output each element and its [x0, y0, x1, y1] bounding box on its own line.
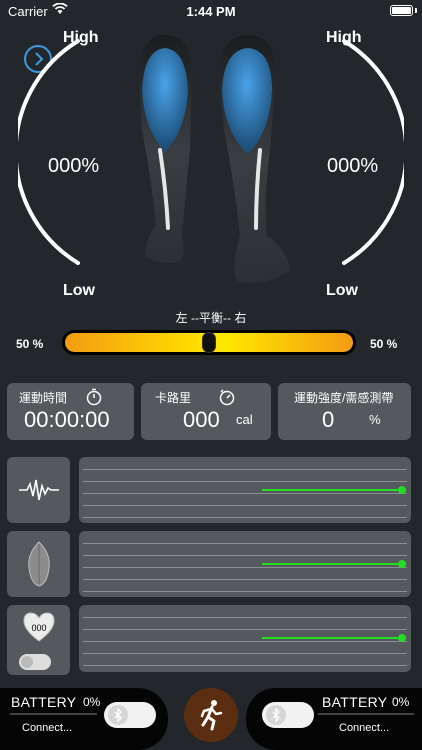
left-battery-label: BATTERY	[11, 694, 77, 710]
balance-left-pct: 50 %	[16, 337, 44, 351]
intensity-value: 0	[322, 407, 335, 432]
heart-graph	[79, 605, 411, 672]
left-gauge-value: 000%	[48, 155, 100, 177]
calories-title: 卡路里	[155, 391, 192, 405]
muscle-sensor-tile[interactable]	[7, 531, 70, 597]
muscle-graph	[79, 531, 411, 597]
stopwatch-icon	[86, 388, 102, 406]
left-gauge-arc	[18, 39, 80, 265]
emg-signal-line	[261, 489, 402, 491]
balance-indicator	[202, 332, 216, 353]
legs-muscle-illustration	[138, 35, 290, 283]
right-gauge-low-label: Low	[326, 282, 358, 299]
left-connect-label: Connect...	[22, 722, 73, 734]
start-exercise-button[interactable]	[184, 688, 238, 742]
right-gauge-high-label: High	[326, 29, 362, 46]
timer-icon	[219, 389, 235, 406]
left-gauge-low-label: Low	[63, 282, 95, 299]
right-gauge-arc	[342, 39, 404, 265]
intensity-unit: %	[369, 412, 381, 427]
muscle-signal-dot	[398, 560, 406, 568]
right-connect-label: Connect...	[339, 722, 390, 734]
intensity-title: 運動強度/需感測帶	[294, 391, 394, 405]
heart-sensor-toggle[interactable]	[19, 654, 51, 670]
right-battery-pct: 0%	[392, 695, 410, 709]
left-gauge-high-label: High	[63, 29, 99, 46]
emg-sensor-tile[interactable]	[7, 457, 70, 523]
right-gauge-value: 000%	[327, 155, 379, 177]
intensity-card: 運動強度/需感測帶 0 %	[278, 383, 411, 440]
left-battery-pct: 0%	[83, 695, 101, 709]
running-person-icon	[200, 700, 223, 731]
calories-unit: cal	[236, 412, 253, 427]
exercise-time-value: 00:00:00	[24, 407, 110, 432]
heart-rate-value: 000	[31, 623, 47, 633]
waveform-icon	[19, 479, 59, 501]
muscle-leaf-icon	[28, 541, 50, 587]
calories-card: 卡路里 000 cal	[141, 383, 271, 440]
bluetooth-icon	[114, 707, 122, 723]
bluetooth-icon	[272, 707, 280, 723]
left-bluetooth-toggle[interactable]	[104, 702, 156, 728]
muscle-signal-line	[261, 563, 402, 565]
right-battery-label: BATTERY	[322, 694, 388, 710]
exercise-time-card: 運動時間 00:00:00	[7, 383, 134, 440]
heart-signal-line	[261, 637, 402, 639]
right-bluetooth-toggle[interactable]	[262, 702, 314, 728]
calories-value: 000	[183, 407, 220, 432]
emg-signal-dot	[398, 486, 406, 494]
emg-graph	[79, 457, 411, 523]
balance-label: 左 --平衡-- 右	[175, 311, 247, 325]
balance-bar	[62, 330, 356, 355]
exercise-time-title: 運動時間	[19, 391, 68, 405]
heart-signal-dot	[398, 634, 406, 642]
balance-right-pct: 50 %	[370, 337, 398, 351]
